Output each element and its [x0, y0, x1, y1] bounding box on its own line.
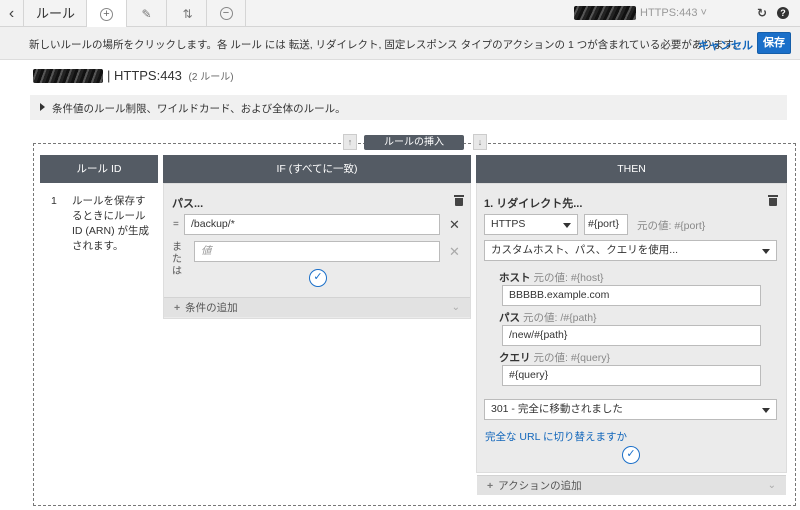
limits-info-text: 条件値のルール制限、ワイルドカード、および全体のルール。	[52, 103, 346, 115]
confirm-action-check-icon[interactable]: ✓	[622, 446, 640, 464]
redirect-mode-select[interactable]: カスタムホスト、パス、クエリを使用...	[484, 240, 777, 261]
listener-selector[interactable]: HTTPS:443 ˅	[640, 0, 707, 27]
port-input[interactable]: #{port}	[584, 214, 628, 235]
dropdown-caret-icon	[563, 223, 571, 228]
plus-circle-icon: +	[100, 7, 113, 21]
plus-icon: +	[487, 480, 494, 492]
insert-down-arrow-icon[interactable]: ↓	[473, 134, 487, 150]
if-condition-panel: パス... = /backup/* ✕ または 値 ✕ ✓ + 条件の追加 ⌄	[163, 183, 471, 319]
then-action-panel: 1. リダイレクト先... HTTPS #{port} 元の値: #{port}…	[476, 183, 787, 473]
insert-rule-label: ルールの挿入	[364, 135, 464, 150]
path-label: パス 元の値: /#{path}	[499, 310, 597, 325]
redacted-load-balancer-name	[574, 6, 636, 20]
expand-triangle-icon	[40, 103, 45, 111]
rule-count: (2 ルール)	[188, 72, 234, 83]
condition-title: パス...	[172, 198, 204, 210]
host-input[interactable]: BBBBB.example.com	[502, 285, 761, 306]
notice-text: 新しいルールの場所をクリックします。各 ルール には 転送, リダイレクト, 固…	[29, 39, 744, 51]
action-title: 1. リダイレクト先...	[484, 198, 583, 210]
insert-up-arrow-icon[interactable]: ↑	[343, 134, 357, 150]
tab-edit-rule[interactable]: ✎	[126, 0, 166, 27]
remove-value-x-icon-disabled: ✕	[449, 244, 460, 259]
rule-number: 1	[51, 195, 57, 207]
add-action-label: アクションの追加	[498, 480, 582, 492]
refresh-icon[interactable]: ↻	[755, 6, 769, 20]
path-value-input[interactable]: /backup/*	[184, 214, 440, 235]
delete-action-trash-icon[interactable]	[768, 195, 778, 206]
or-operator: または	[172, 242, 182, 277]
minus-circle-icon: −	[219, 7, 233, 20]
reorder-icon: ⇅	[182, 6, 192, 21]
column-header-then: THEN	[476, 155, 787, 183]
dropdown-caret-icon	[762, 408, 770, 413]
host-original-value: 元の値: #{host}	[533, 272, 604, 284]
equals-operator: =	[173, 219, 179, 230]
chevron-down-icon: ⌄	[767, 480, 776, 491]
query-input[interactable]: #{query}	[502, 365, 761, 386]
redirect-mode-value: カスタムホスト、パス、クエリを使用...	[491, 244, 679, 256]
help-icon[interactable]: ?	[776, 6, 790, 20]
host-label-text: ホスト	[499, 272, 531, 284]
host-label: ホスト 元の値: #{host}	[499, 270, 604, 285]
confirm-condition-check-icon[interactable]: ✓	[309, 269, 327, 287]
add-condition-button[interactable]: + 条件の追加 ⌄	[164, 297, 470, 317]
tab-reorder-rules[interactable]: ⇅	[166, 0, 206, 27]
save-button[interactable]: 保存	[757, 32, 791, 54]
listener-heading: | HTTPS:443 (2 ルール)	[107, 68, 234, 83]
pencil-icon: ✎	[141, 6, 152, 21]
column-header-rule-id: ルール ID	[40, 155, 158, 183]
redacted-load-balancer-name	[33, 69, 103, 83]
remove-value-x-icon[interactable]: ✕	[449, 217, 460, 233]
status-code-value: 301 - 完全に移動されました	[491, 403, 623, 415]
listener-heading-title: | HTTPS:443	[107, 68, 182, 83]
path-original-value: 元の値: /#{path}	[523, 312, 597, 324]
delete-condition-trash-icon[interactable]	[454, 195, 464, 206]
back-arrow-icon[interactable]: ‹	[0, 0, 24, 27]
rule-id-cell: 1 ルールを保存するときにルール ID (ARN) が生成されます。	[40, 183, 158, 495]
status-code-select[interactable]: 301 - 完全に移動されました	[484, 399, 777, 420]
cancel-button[interactable]: キャンセル	[698, 37, 753, 53]
plus-icon: +	[174, 302, 181, 314]
additional-value-input[interactable]: 値	[194, 241, 440, 262]
page-title: ルール	[36, 6, 76, 21]
limits-info-expander[interactable]: 条件値のルール制限、ワイルドカード、および全体のルール。	[30, 95, 787, 120]
query-original-value: 元の値: #{query}	[533, 352, 610, 364]
add-condition-label: 条件の追加	[185, 302, 238, 314]
chevron-down-icon: ⌄	[451, 302, 460, 313]
switch-full-url-link[interactable]: 完全な URL に切り替えますか	[485, 429, 627, 444]
add-action-button[interactable]: + アクションの追加 ⌄	[477, 475, 786, 495]
tab-add-rule[interactable]: +	[86, 0, 126, 28]
protocol-value: HTTPS	[491, 218, 526, 230]
query-label-text: クエリ	[499, 352, 531, 364]
dropdown-caret-icon	[762, 249, 770, 254]
path-label-text: パス	[499, 312, 520, 324]
notice-bar: 新しいルールの場所をクリックします。各 ルール には 転送, リダイレクト, 固…	[0, 27, 800, 60]
protocol-select[interactable]: HTTPS	[484, 214, 578, 235]
tab-delete-rule[interactable]: −	[206, 0, 246, 27]
column-header-if: IF (すべてに一致)	[163, 155, 471, 183]
path-input[interactable]: /new/#{path}	[502, 325, 761, 346]
top-toolbar: ‹ ルール + ✎ ⇅ − HTTPS:443 ˅ ↻ ?	[0, 0, 800, 28]
port-original-value: 元の値: #{port}	[637, 220, 706, 232]
rule-id-note: ルールを保存するときにルール ID (ARN) が生成されます。	[72, 195, 149, 252]
query-label: クエリ 元の値: #{query}	[499, 350, 610, 365]
